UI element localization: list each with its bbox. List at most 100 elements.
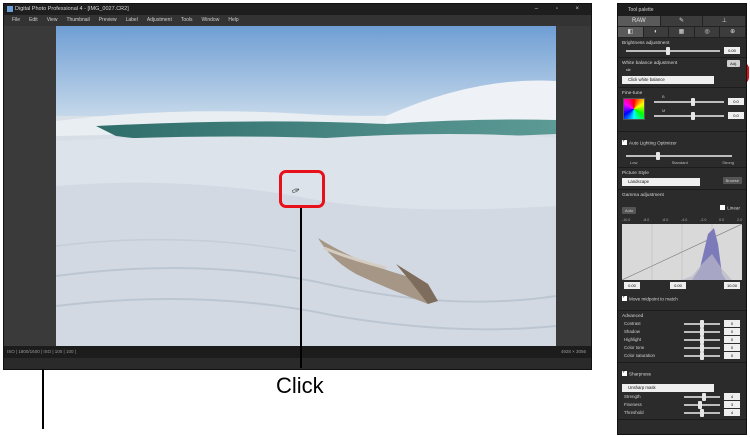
alo-slider[interactable] — [622, 152, 742, 160]
threshold-thumb[interactable] — [700, 409, 704, 417]
palette-top-tabs: RAW ✎ ⊥ — [618, 16, 746, 27]
fine-tune-m-slider[interactable]: 0.0 — [650, 112, 746, 120]
shadow-value[interactable]: 0 — [724, 328, 740, 335]
subtab-lens[interactable]: ◎ — [695, 27, 721, 37]
subtab-other[interactable]: ⊕ — [720, 27, 746, 37]
subtab-detail[interactable]: ▦ — [669, 27, 695, 37]
status-right: 4928 × 3056 — [560, 349, 586, 354]
gamma-title: Gamma adjustment — [622, 193, 664, 198]
gamma-linear-checkbox[interactable] — [720, 205, 726, 211]
brightness-slider[interactable]: 0.00 — [622, 47, 742, 55]
fineness-row[interactable]: Fineness 3 — [622, 401, 742, 409]
tab-output[interactable]: ⊥ — [703, 16, 746, 26]
color-tone-row[interactable]: Color tone 0 — [622, 344, 742, 352]
color-saturation-row[interactable]: Color saturation 0 — [622, 352, 742, 360]
contrast-row[interactable]: Contrast 0 — [622, 320, 742, 328]
eyedropper-tool-icon[interactable]: ✑ — [626, 67, 631, 74]
menu-view[interactable]: View — [47, 15, 58, 26]
color-tone-value[interactable]: 0 — [724, 344, 740, 351]
sharpness-checkbox[interactable] — [622, 369, 627, 377]
fine-tune-m-value[interactable]: 0.0 — [728, 112, 744, 119]
menu-file[interactable]: File — [12, 15, 20, 26]
fine-tune-b-thumb[interactable] — [690, 98, 695, 106]
move-midpoint-checkbox[interactable] — [622, 294, 627, 302]
color-saturation-thumb[interactable] — [700, 352, 704, 360]
picture-style-section: Picture Style Landscape Browse — [618, 168, 746, 190]
picture-style-browse-button[interactable]: Browse — [722, 177, 742, 184]
gamma-min-input[interactable]: 0.00 — [624, 282, 640, 289]
gamma-histogram[interactable] — [622, 224, 742, 280]
sharpness-mode-select[interactable]: Unsharp mask — [622, 384, 714, 392]
gamma-max-input[interactable]: 10.00 — [724, 282, 740, 289]
menu-tools[interactable]: Tools — [181, 15, 193, 26]
window-title: Digital Photo Professional 4 - [IMG_0027… — [15, 6, 129, 12]
fine-tune-b-value[interactable]: 0.0 — [728, 98, 744, 105]
title-bar: Digital Photo Professional 4 - [IMG_0027… — [4, 4, 591, 15]
picture-style-select[interactable]: Landscape — [622, 178, 700, 186]
tool-palette: Tool palette RAW ✎ ⊥ ◧ ◐ ▦ ◎ ⊕ Brightnes… — [617, 3, 747, 435]
menu-adjustment[interactable]: Adjustment — [147, 15, 172, 26]
menu-bar: File Edit View Thumbnail Preview Label A… — [4, 15, 591, 26]
alo-section: Auto Lighting Optimizer Low Standard Str… — [618, 132, 746, 168]
wb-mode-select[interactable]: Click white balance — [622, 76, 714, 84]
alo-thumb[interactable] — [655, 152, 660, 160]
fineness-value[interactable]: 3 — [724, 401, 740, 408]
gamma-mid-input[interactable]: 0.00 — [670, 282, 686, 289]
alo-checkbox[interactable] — [622, 138, 627, 146]
white-balance-title: White balance adjustment — [622, 61, 678, 66]
contrast-value[interactable]: 0 — [724, 320, 740, 327]
gamma-linear-label: Linear — [727, 205, 740, 211]
wb-tools-row: ✑ — [622, 67, 742, 75]
tab-edit[interactable]: ✎ — [661, 16, 704, 26]
gamma-input-row: 0.00 0.00 10.00 — [622, 282, 742, 290]
shadow-row[interactable]: Shadow 0 — [622, 328, 742, 336]
callout-click-label: Click — [276, 373, 324, 398]
strength-thumb[interactable] — [701, 393, 706, 401]
fine-tune-section: Fine-tune B 0.0 M 0.0 — [618, 88, 746, 132]
highlight-thumb[interactable] — [700, 336, 704, 344]
fine-tune-m-thumb[interactable] — [690, 112, 695, 120]
gamma-ticks: -10.0 -8.0 -6.0 -4.0 -2.0 0.0 2.0 — [622, 218, 742, 222]
shadow-thumb[interactable] — [700, 328, 704, 336]
threshold-row[interactable]: Threshold 4 — [622, 409, 742, 417]
highlight-row[interactable]: Highlight 0 — [622, 336, 742, 344]
menu-help[interactable]: Help — [228, 15, 238, 26]
color-saturation-value[interactable]: 0 — [724, 352, 740, 359]
fine-tune-title: Fine-tune — [622, 91, 643, 96]
highlight-value[interactable]: 0 — [724, 336, 740, 343]
color-wheel[interactable] — [623, 98, 645, 120]
color-tone-thumb[interactable] — [700, 344, 704, 352]
gamma-auto-button[interactable]: Auto — [622, 207, 637, 214]
subtab-tone[interactable]: ◐ — [644, 27, 670, 37]
fine-tune-b-slider[interactable]: 0.0 — [650, 98, 746, 106]
brightness-value[interactable]: 0.00 — [724, 47, 740, 54]
alo-low: Low — [630, 160, 638, 165]
strength-value[interactable]: 4 — [724, 393, 740, 400]
wb-adj-button[interactable]: Adj. — [727, 60, 740, 67]
contrast-thumb[interactable] — [700, 320, 704, 328]
move-midpoint-label: Move midpoint to match — [629, 296, 678, 302]
picture-style-title: Picture Style — [622, 171, 649, 176]
brightness-section: Brightness adjustment 0.00 — [618, 38, 746, 58]
fineness-thumb[interactable] — [698, 401, 703, 409]
menu-edit[interactable]: Edit — [29, 15, 38, 26]
strength-row[interactable]: Strength 4 — [622, 393, 742, 401]
app-icon — [7, 5, 13, 12]
menu-preview[interactable]: Preview — [99, 15, 117, 26]
window-controls[interactable]: – ▫ × — [535, 4, 587, 15]
callout-leader-line — [300, 208, 302, 368]
callout-eyedropper-highlight — [279, 170, 325, 208]
menu-window[interactable]: Window — [202, 15, 220, 26]
gamma-section: Gamma adjustment Auto Linear -10.0 -8.0 … — [618, 190, 746, 311]
brightness-thumb[interactable] — [666, 47, 671, 55]
alo-label: Auto Lighting Optimizer — [629, 140, 677, 146]
menu-thumbnail[interactable]: Thumbnail — [66, 15, 89, 26]
menu-label[interactable]: Label — [126, 15, 138, 26]
alo-strong: Strong — [722, 160, 734, 165]
threshold-value[interactable]: 4 — [724, 409, 740, 416]
sharpness-section: Sharpness Unsharp mask Strength 4 Finene… — [618, 363, 746, 420]
white-balance-section: White balance adjustment Adj. ✑ Click wh… — [618, 58, 746, 88]
tab-raw[interactable]: RAW — [618, 16, 661, 26]
palette-title: Tool palette — [618, 4, 746, 16]
subtab-basic[interactable]: ◧ — [618, 27, 644, 37]
